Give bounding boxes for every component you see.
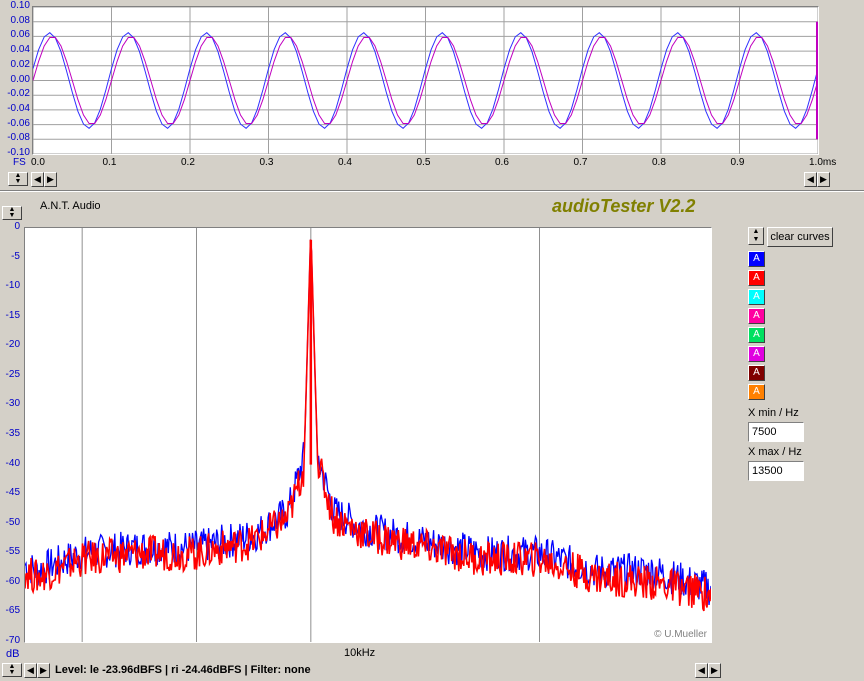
curve-button-7[interactable]: A <box>748 365 765 381</box>
spectrum-series-2 <box>25 239 711 612</box>
clear-curves-button[interactable]: clear curves <box>767 227 833 247</box>
device-label: A.N.T. Audio <box>40 200 101 212</box>
spectrum-y-tick: -50 <box>5 516 20 528</box>
scope-y-tick: -0.06 <box>7 117 30 129</box>
scope-x-tick: 0.7 <box>573 157 588 168</box>
spectrum-y-tick: -5 <box>11 250 20 262</box>
scope-y-tick: -0.02 <box>7 88 30 100</box>
curve-button-6[interactable]: A <box>748 346 765 362</box>
spectrum-y-tick: -35 <box>5 428 20 439</box>
xmax-input[interactable]: 13500 <box>748 461 804 481</box>
scope-x-tick: 0.5 <box>416 157 431 168</box>
xmin-label: X min / Hz <box>748 407 799 419</box>
curve-button-8[interactable]: A <box>748 384 765 400</box>
scope-svg <box>33 7 818 154</box>
status-end-left-button[interactable]: ◀ <box>695 663 708 678</box>
scope-y-tick: 0.04 <box>10 44 30 56</box>
status-text: Level: le -23.96dBFS | ri -24.46dBFS | F… <box>55 664 311 676</box>
curve-button-5[interactable]: A <box>748 327 765 343</box>
scope-x-tick: 0.1 <box>102 157 117 168</box>
spectrum-y-tick: -55 <box>5 546 20 558</box>
xmin-input[interactable]: 7500 <box>748 422 804 442</box>
scope-plot <box>32 6 819 155</box>
scope-end-right-button[interactable]: ▶ <box>817 172 830 187</box>
app-title: audioTester V2.2 <box>552 196 696 216</box>
scope-x-tick: 1.0ms <box>809 157 837 168</box>
scope-y-tick: -0.04 <box>7 102 30 114</box>
spectrum-y-tick: -60 <box>5 575 20 587</box>
scope-x-tick: 0.8 <box>652 157 666 168</box>
scope-zoom-spinner[interactable]: ▲ ▼ <box>8 172 28 186</box>
spectrum-y-tick: -15 <box>5 309 20 321</box>
pane-divider[interactable] <box>0 190 864 192</box>
scope-x-tick: 0.9 <box>730 157 745 168</box>
spectrum-y-tick: -25 <box>5 368 20 380</box>
spectrum-zoom-spinner[interactable]: ▲ ▼ <box>2 206 22 220</box>
spectrum-svg <box>25 228 711 642</box>
scope-x-tick: 0.3 <box>259 157 274 168</box>
curve-button-3[interactable]: A <box>748 289 765 305</box>
scope-y-tick: 0.02 <box>10 58 30 70</box>
spectrum-y-tick: -70 <box>5 635 20 646</box>
scope-scroll-right-button[interactable]: ▶ <box>44 172 57 187</box>
scope-y-tick: 0.06 <box>10 29 30 41</box>
scope-x-tick: 0.0 <box>31 157 45 168</box>
scope-y-tick: 0.00 <box>10 73 30 85</box>
scope-end-left-button[interactable]: ◀ <box>804 172 817 187</box>
spectrum-y-tick: -45 <box>5 487 20 499</box>
copyright-label: © U.Mueller <box>654 629 707 640</box>
scope-scroll-left-button[interactable]: ◀ <box>31 172 44 187</box>
curve-spinner[interactable]: ▲ ▼ <box>748 227 764 245</box>
status-left-button[interactable]: ◀ <box>24 663 37 678</box>
x-center-label: 10kHz <box>344 647 376 659</box>
scope-x-tick: 0.2 <box>181 157 195 168</box>
fs-label: FS <box>13 157 26 168</box>
spectrum-plot: © U.Mueller <box>24 227 712 643</box>
spectrum-y-tick: -65 <box>5 605 20 617</box>
spectrum-y-tick: -10 <box>5 280 20 292</box>
curve-button-2[interactable]: A <box>748 270 765 286</box>
y-unit-label: dB <box>6 648 20 660</box>
scope-x-tick: 0.4 <box>338 157 352 168</box>
spectrum-y-tick: 0 <box>14 221 20 232</box>
status-spinner[interactable]: ▲ ▼ <box>2 663 22 677</box>
curve-button-4[interactable]: A <box>748 308 765 324</box>
scope-x-tick: 0.6 <box>495 157 509 168</box>
scope-y-tick: -0.10 <box>7 147 30 158</box>
spectrum-y-tick: -30 <box>5 398 20 410</box>
curve-button-1[interactable]: A <box>748 251 765 267</box>
scope-y-tick: 0.10 <box>10 0 30 11</box>
spectrum-y-tick: -20 <box>5 339 20 351</box>
spectrum-y-tick: -40 <box>5 457 20 469</box>
scope-y-tick: -0.08 <box>7 132 30 144</box>
xmax-label: X max / Hz <box>748 446 802 458</box>
status-end-right-button[interactable]: ▶ <box>708 663 721 678</box>
scope-y-tick: 0.08 <box>10 14 30 26</box>
status-right-button[interactable]: ▶ <box>37 663 50 678</box>
